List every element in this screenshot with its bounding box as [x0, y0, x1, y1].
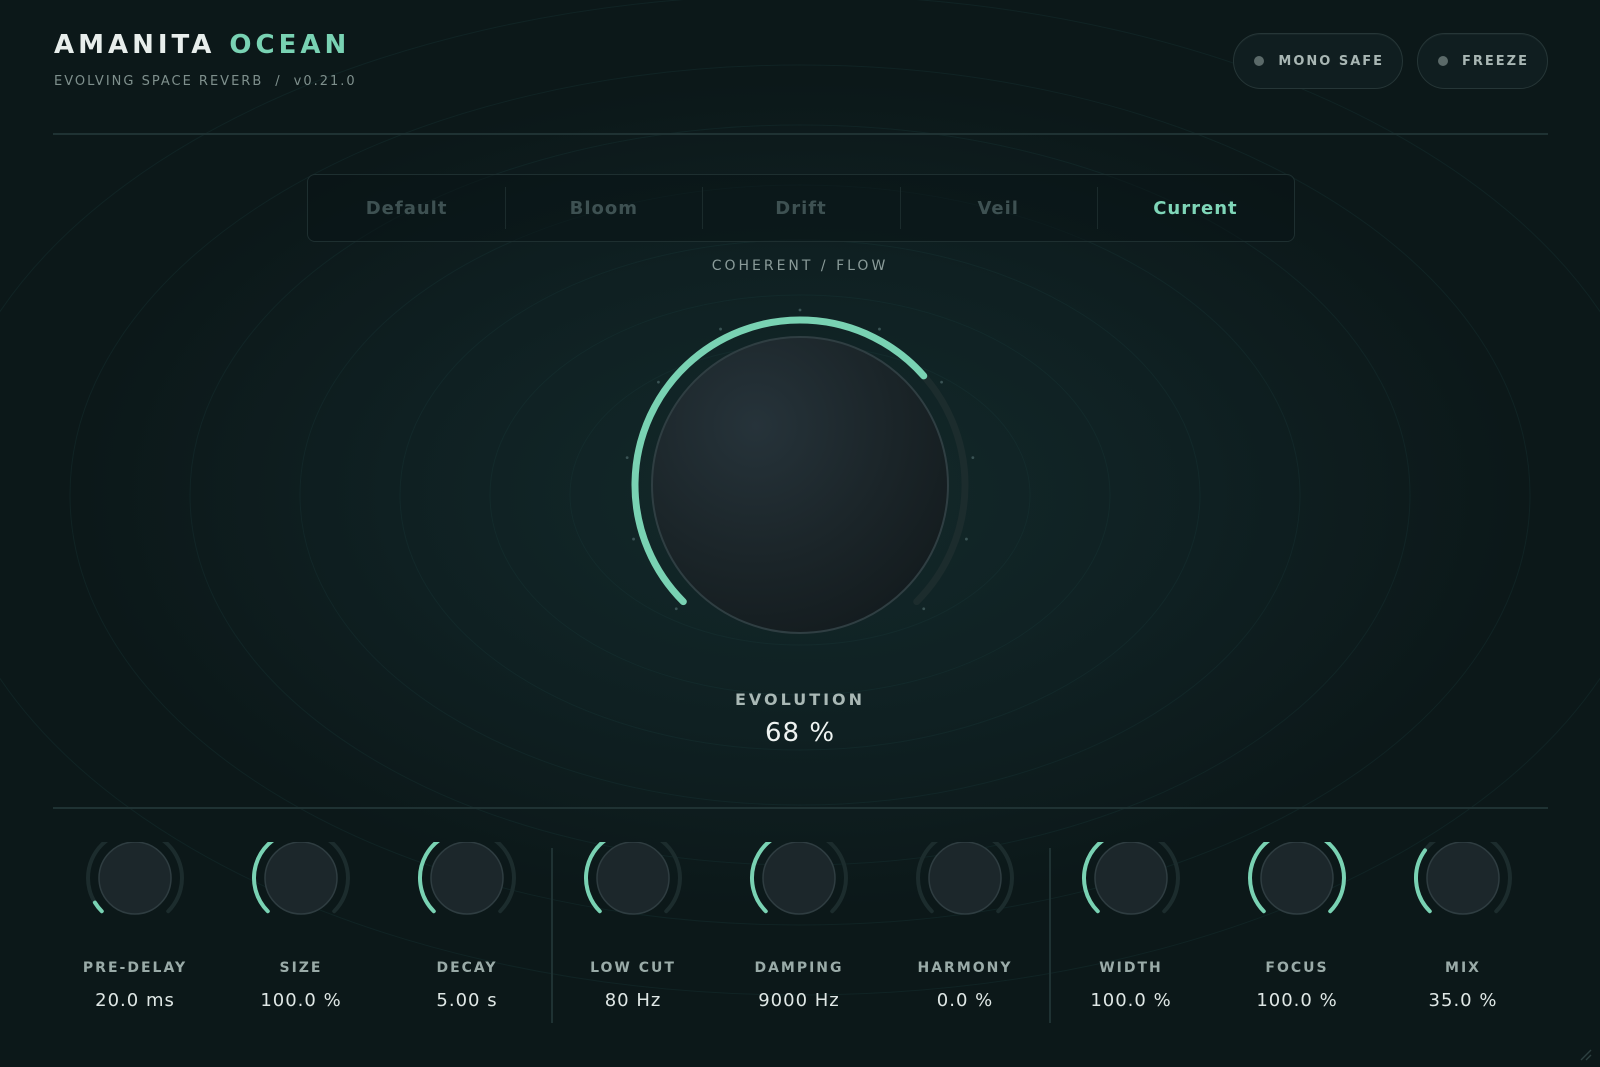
harmony-knob[interactable]	[910, 842, 1020, 952]
width-label: WIDTH	[1099, 960, 1163, 976]
focus-label: FOCUS	[1265, 960, 1329, 976]
pre-delay-value: 20.0 ms	[95, 990, 175, 1011]
mix-value: 35.0 %	[1428, 990, 1498, 1011]
brand-block: AMANITA OCEAN EVOLVING SPACE REVERB / v0…	[54, 30, 357, 89]
mix-label: MIX	[1445, 960, 1481, 976]
evolution-tick-mark	[674, 607, 678, 611]
controls-divider	[53, 807, 1548, 809]
header-divider	[53, 133, 1548, 135]
size-value: 100.0 %	[260, 990, 342, 1011]
version-text: v0.21.0	[293, 74, 357, 89]
harmony-knob-cap	[928, 842, 1002, 915]
evolution-knob[interactable]	[620, 305, 980, 665]
preset-current[interactable]: Current	[1096, 175, 1294, 241]
evolution-value: 68 %	[764, 718, 836, 748]
preset-drift[interactable]: Drift	[702, 175, 899, 241]
plugin-title: AMANITA OCEAN	[54, 30, 357, 60]
damping-value: 9000 Hz	[758, 990, 840, 1011]
mix-knob-cap	[1426, 842, 1500, 915]
damping-knob[interactable]	[744, 842, 854, 952]
harmony-value: 0.0 %	[936, 990, 994, 1011]
mono-safe-label: MONO SAFE	[1278, 53, 1385, 69]
width-value: 100.0 %	[1090, 990, 1172, 1011]
freeze-indicator-icon	[1438, 56, 1449, 66]
decay-label: DECAY	[436, 960, 498, 976]
parameter-knobs: PRE-DELAY 20.0 ms SIZE 100.0 % DECAY 5.0…	[0, 842, 1600, 1042]
pre-delay-knob-cap	[98, 842, 172, 915]
plugin-window: AMANITA OCEAN EVOLVING SPACE REVERB / v0…	[0, 0, 1600, 1067]
evolution-tick-mark	[625, 456, 629, 460]
evolution-tick-mark	[798, 308, 802, 312]
mode-label: COHERENT / FLOW	[711, 258, 889, 274]
evolution-tick-mark	[940, 380, 943, 384]
harmony-label: HARMONY	[917, 960, 1013, 976]
evolution-tick-mark	[719, 327, 722, 331]
evolution-tick-mark	[971, 456, 975, 460]
evolution-tick-mark	[657, 380, 660, 384]
preset-selector: Default Bloom Drift Veil Current	[307, 174, 1295, 242]
width-knob-cap	[1094, 842, 1168, 915]
resize-grip-icon[interactable]	[1578, 1047, 1592, 1061]
evolution-tick-mark	[632, 537, 635, 541]
width-knob[interactable]	[1076, 842, 1186, 952]
brand-name-accent: OCEAN	[229, 30, 351, 60]
header-toggles: MONO SAFE FREEZE	[1233, 33, 1548, 89]
low-cut-label: LOW CUT	[590, 960, 676, 976]
low-cut-value: 80 Hz	[604, 990, 662, 1011]
decay-knob-cap	[430, 842, 504, 915]
plugin-subtitle: EVOLVING SPACE REVERB / v0.21.0	[54, 74, 357, 89]
mix-knob[interactable]	[1408, 842, 1518, 952]
mono-safe-indicator-icon	[1254, 56, 1265, 66]
focus-value: 100.0 %	[1256, 990, 1338, 1011]
subtitle-text: EVOLVING SPACE REVERB	[54, 74, 264, 89]
evolution-tick-mark	[878, 327, 881, 331]
freeze-label: FREEZE	[1462, 53, 1529, 69]
brand-name: AMANITA	[54, 30, 216, 60]
evolution-tick-mark	[922, 607, 926, 611]
damping-label: DAMPING	[754, 960, 844, 976]
subtitle-separator: /	[275, 74, 282, 89]
decay-knob[interactable]	[412, 842, 522, 952]
evolution-tick-mark	[965, 537, 968, 541]
preset-bloom[interactable]: Bloom	[505, 175, 702, 241]
pre-delay-label: PRE-DELAY	[82, 960, 188, 976]
low-cut-knob[interactable]	[578, 842, 688, 952]
size-knob-cap	[264, 842, 338, 915]
pre-delay-knob[interactable]	[80, 842, 190, 952]
focus-knob-cap	[1260, 842, 1334, 915]
evolution-label: EVOLUTION	[734, 690, 866, 709]
mono-safe-toggle[interactable]: MONO SAFE	[1233, 33, 1404, 89]
preset-default[interactable]: Default	[308, 175, 505, 241]
damping-knob-cap	[762, 842, 836, 915]
pre-delay-value-arc	[92, 900, 104, 914]
freeze-toggle[interactable]: FREEZE	[1417, 33, 1548, 89]
size-knob[interactable]	[246, 842, 356, 952]
preset-veil[interactable]: Veil	[899, 175, 1097, 241]
evolution-knob-cap	[651, 336, 949, 634]
low-cut-knob-cap	[596, 842, 670, 915]
decay-value: 5.00 s	[436, 990, 498, 1011]
focus-knob[interactable]	[1242, 842, 1352, 952]
size-label: SIZE	[279, 960, 323, 976]
